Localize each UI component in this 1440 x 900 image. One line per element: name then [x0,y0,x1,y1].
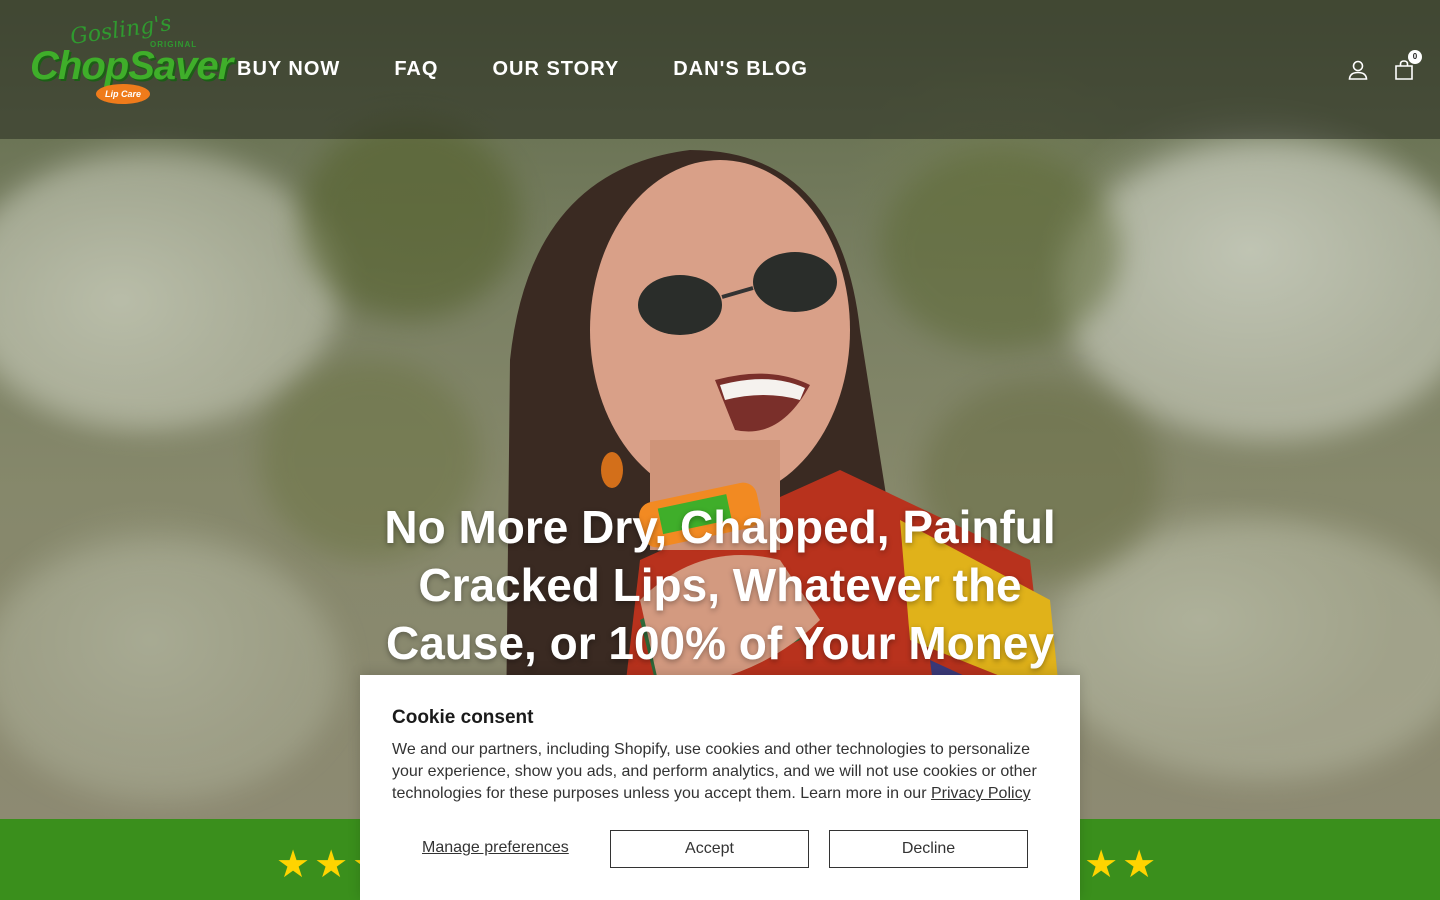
star-icon: ★ [1084,842,1119,886]
cookie-body: We and our partners, including Shopify, … [392,739,1048,805]
star-icon: ★ [276,842,311,886]
star-icon: ★ [314,842,349,886]
cookie-title: Cookie consent [392,707,534,728]
manage-preferences-link[interactable]: Manage preferences [422,839,569,857]
account-icon[interactable] [1346,58,1370,82]
accept-button[interactable]: Accept [610,830,809,868]
nav-our-story[interactable]: OUR STORY [492,58,619,81]
cart-icon[interactable]: 0 [1392,50,1422,82]
star-icon: ★ [1122,842,1157,886]
cookie-actions: Manage preferences Accept Decline [392,830,1048,868]
nav-dans-blog[interactable]: DAN'S BLOG [673,58,808,81]
cookie-consent-dialog: Cookie consent We and our partners, incl… [360,675,1080,900]
logo-tagline: Lip Care [96,84,150,104]
cart-count-badge: 0 [1408,50,1422,64]
site-header: Gosling's ORIGINAL ChopSaver Lip Care BU… [0,0,1440,139]
nav-buy-now[interactable]: BUY NOW [237,58,340,81]
header-icons: 0 [1346,50,1422,82]
decline-button[interactable]: Decline [829,830,1028,868]
privacy-policy-link[interactable]: Privacy Policy [931,785,1031,802]
main-nav: BUY NOW FAQ OUR STORY DAN'S BLOG [237,58,862,81]
nav-faq[interactable]: FAQ [394,58,438,81]
logo-brand: ChopSaver [30,44,233,88]
chopsaver-logo[interactable]: Gosling's ORIGINAL ChopSaver Lip Care [30,11,233,106]
